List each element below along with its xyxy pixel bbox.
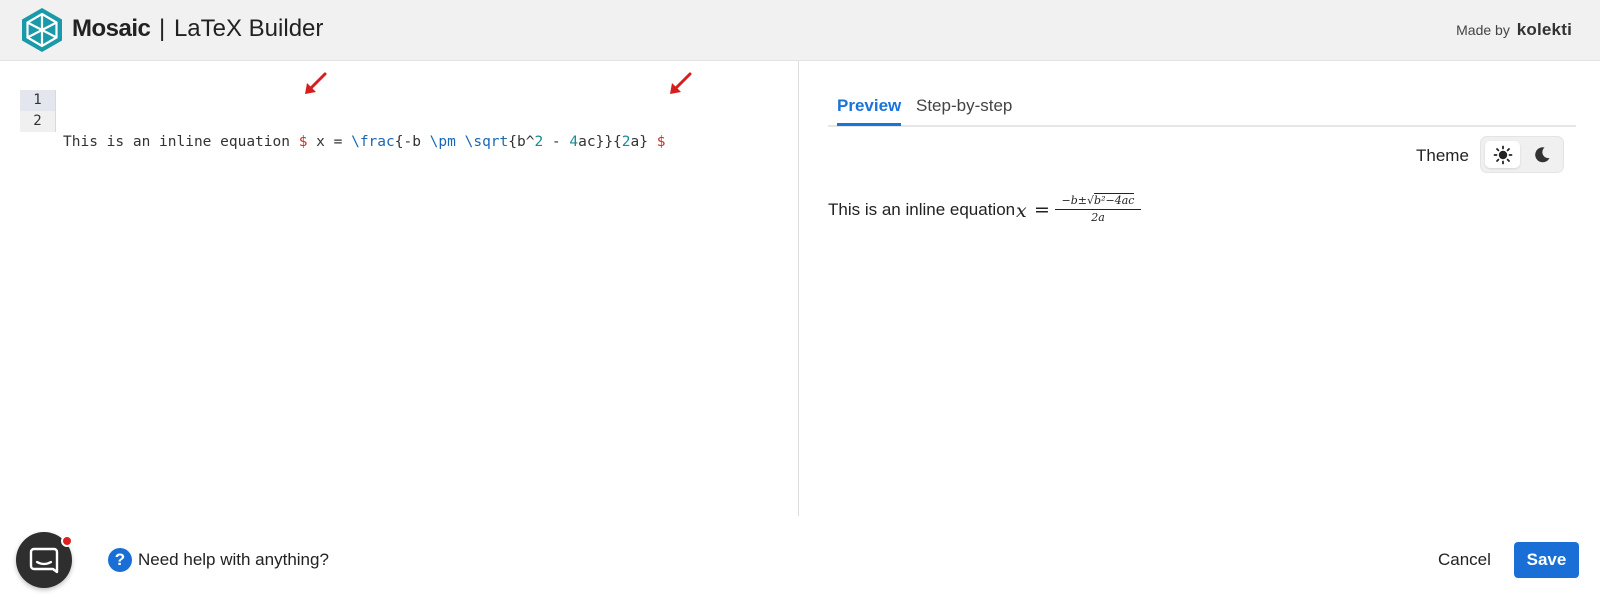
line-number: 2 [33,113,42,129]
light-theme-button[interactable] [1485,141,1520,168]
code-text: ac}}{ [578,134,622,150]
app-subtitle: LaTeX Builder [173,15,324,42]
help-text: Need help with anything? [138,550,329,569]
question-icon: ? [108,548,132,572]
theme-label: Theme [1416,146,1469,165]
latex-editor[interactable]: 1 2 This is an inline equation $ x = \fr… [0,61,799,516]
red-arrow-icon [305,72,327,94]
latex-number: 2 [621,134,631,150]
moon-icon [1534,146,1549,162]
latex-number: 2 [534,134,544,150]
code-line[interactable]: This is an inline equation $ x = \frac{-… [63,132,665,153]
code-text: x = [307,134,352,150]
made-by-label: Made by [1456,22,1510,38]
dark-theme-button[interactable] [1524,141,1559,168]
latex-number: 4 [569,134,579,150]
math-variable: x [1016,200,1027,222]
help-link[interactable]: ? Need help with anything? [108,548,329,572]
sun-icon [1493,145,1512,164]
code-text: {b^ [508,134,535,150]
math-equals: = [1034,199,1050,221]
rendered-equation: x = −b±√b²−4ac 2a [1016,192,1146,232]
code-text: This is an inline equation [63,134,299,150]
fraction-denominator: 2a [1091,211,1105,224]
fraction-numerator: −b±√b²−4ac [1055,193,1141,207]
save-button[interactable]: Save [1514,542,1579,578]
latex-command: \pm [429,134,456,150]
latex-command: \frac [351,134,395,150]
made-by: Made by kolekti [1456,20,1572,40]
math-delimiter: $ [656,134,666,150]
hexagon-logo-icon [22,8,62,52]
line-number: 1 [20,90,55,111]
line-number-gutter: 1 2 [20,90,56,132]
app-title: Mosaic | LaTeX Builder [72,14,323,44]
code-text: - [543,134,570,150]
sqrt-symbol: √ [1087,194,1095,207]
numerator-prefix: −b± [1061,194,1088,207]
chat-launcher-button[interactable] [16,532,73,588]
theme-toggle[interactable] [1480,136,1564,173]
title-separator: | [159,15,166,42]
app-name: Mosaic [72,15,151,42]
sqrt-content: b²−4ac [1094,193,1135,207]
code-text: {-b [394,134,430,150]
rendered-text: This is an inline equation [828,200,1016,219]
latex-command: \sqrt [464,134,509,150]
math-fraction: −b±√b²−4ac 2a [1055,193,1141,228]
code-text: a} [630,134,657,150]
notification-dot [61,535,73,547]
code-content[interactable]: This is an inline equation $ x = \frac{-… [63,90,665,258]
app-header: Mosaic | LaTeX Builder Made by kolekti [0,0,1600,61]
cancel-button[interactable]: Cancel [1424,542,1505,578]
tab-preview[interactable]: Preview [837,96,902,126]
fraction-bar [1055,209,1141,210]
tab-step-by-step[interactable]: Step-by-step [916,96,1012,123]
preview-tabs: Preview Step-by-step [828,92,1576,127]
company-logo[interactable]: kolekti [1517,20,1572,39]
code-line[interactable] [63,195,665,216]
red-arrow-icon [670,72,692,94]
